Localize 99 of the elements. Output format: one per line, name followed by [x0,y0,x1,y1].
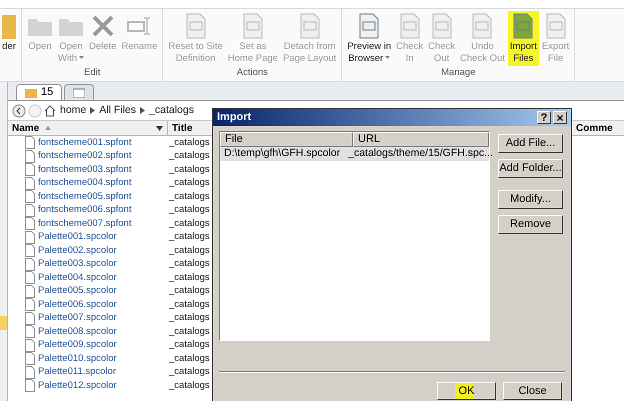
table-cell: _catalogs [168,190,210,204]
document-icon [25,298,35,312]
ribbon-button[interactable]: Import Files [508,11,539,66]
rename-field-icon [126,15,152,37]
document-icon [430,13,454,39]
file-name[interactable]: Palette009.spcolor [38,338,117,352]
file-name[interactable]: fontscheme001.spfont [38,136,132,150]
dialog-button[interactable]: Add Folder... [498,159,563,178]
file-name[interactable]: Palette008.spcolor [38,324,117,339]
column-header[interactable]: URL [353,132,489,147]
file-name[interactable]: fontscheme002.spfont [38,149,132,164]
x-icon [90,14,115,38]
table-cell: _catalogs [168,244,210,258]
dialog-button[interactable]: Close [503,382,562,400]
caret-icon [79,56,84,60]
home-icon [44,104,56,116]
file-name[interactable]: Palette011.spcolor [38,365,116,380]
tab[interactable]: 15 [16,84,62,100]
file-name[interactable]: Palette007.spcolor [38,311,117,326]
document-icon [298,13,322,39]
file-name[interactable]: fontscheme003.spfont [38,162,132,177]
document-icon [25,352,35,366]
table-cell: _catalogs [168,176,210,190]
document-icon [511,13,536,39]
table-cell: _catalogs [168,338,210,352]
file-name[interactable]: Palette001.spcolor [38,230,117,244]
dialog-button[interactable]: Add File... [498,134,563,153]
chevron-icon [140,107,146,114]
document-icon [25,204,35,217]
group-label: Manage [440,66,476,80]
table-cell: _catalogs [168,352,210,366]
document-icon [25,163,35,176]
document-icon [25,244,35,258]
ribbon-button[interactable]: der [0,11,18,81]
caret-icon [385,56,390,60]
document-icon [25,136,35,150]
file-name[interactable]: fontscheme006.spfont [38,203,132,218]
file-name[interactable]: Palette006.spcolor [38,298,117,312]
document-icon [25,325,35,338]
document-icon [25,190,35,204]
back-icon[interactable] [12,104,26,118]
table-cell: _catalogs [168,136,210,150]
document-icon [25,271,35,284]
dialog-button[interactable]: Modify... [498,190,563,209]
file-name[interactable]: Palette004.spcolor [38,270,117,285]
dropdown-arrow-icon[interactable] [156,126,163,130]
document-icon [25,258,35,271]
file-name[interactable]: Palette005.spcolor [38,284,117,298]
chevron-icon [90,107,96,114]
table-cell: _catalogs [168,257,210,272]
ribbon-button[interactable]: Preview in Browser [345,11,394,66]
document-icon [25,379,35,392]
table-cell: _catalogs [168,311,210,326]
table-cell: _catalogs [168,324,210,339]
file-name[interactable]: Palette012.spcolor [38,378,117,393]
document-icon [184,13,208,39]
help-button[interactable]: ? [537,111,551,124]
breadcrumb-link[interactable]: _catalogs [147,102,196,118]
document-icon [398,13,422,39]
document-icon [470,13,494,39]
table-cell: _catalogs [168,149,210,164]
table-cell: _catalogs [168,203,210,218]
document-icon [357,13,382,39]
column-header[interactable]: Name [12,120,40,136]
tab[interactable] [64,84,94,100]
breadcrumb-link[interactable]: All Files [97,102,138,118]
file-name[interactable]: Palette002.spcolor [38,244,117,258]
group-label: Actions [236,66,269,80]
document-icon [25,284,35,298]
document-icon [25,312,35,325]
close-button[interactable]: × [553,111,567,124]
document-icon [544,13,568,39]
document-icon [25,366,35,379]
dialog-button[interactable]: Remove [498,215,563,234]
file-name[interactable]: Palette010.spcolor [38,352,117,366]
table-cell: _catalogs [168,230,210,244]
table-cell: _catalogs [168,270,210,285]
document-icon [25,217,35,230]
file-name[interactable]: fontscheme005.spfont [38,190,132,204]
table-cell: _catalogs [168,284,210,298]
column-header[interactable]: File [220,132,353,147]
table-cell: _catalogs [168,216,210,231]
breadcrumb-link[interactable]: home [58,102,88,118]
document-icon [240,13,265,39]
dialog-title: Import [217,110,252,126]
document-icon [25,150,35,163]
table-cell: _catalogs [168,298,210,312]
column-header[interactable]: Comme [572,121,617,135]
sort-arrow-icon [45,126,52,130]
table-cell: _catalogs [168,162,210,177]
document-icon [25,176,35,190]
document-icon [25,230,35,244]
file-name[interactable]: fontscheme004.spfont [38,176,132,190]
document-icon [25,338,35,352]
file-name[interactable]: Palette003.spcolor [38,257,117,272]
table-cell: _catalogs [168,365,210,380]
file-name[interactable]: fontscheme007.spfont [38,216,132,231]
group-label: Edit [83,66,102,80]
table-cell: _catalogs [168,378,210,393]
